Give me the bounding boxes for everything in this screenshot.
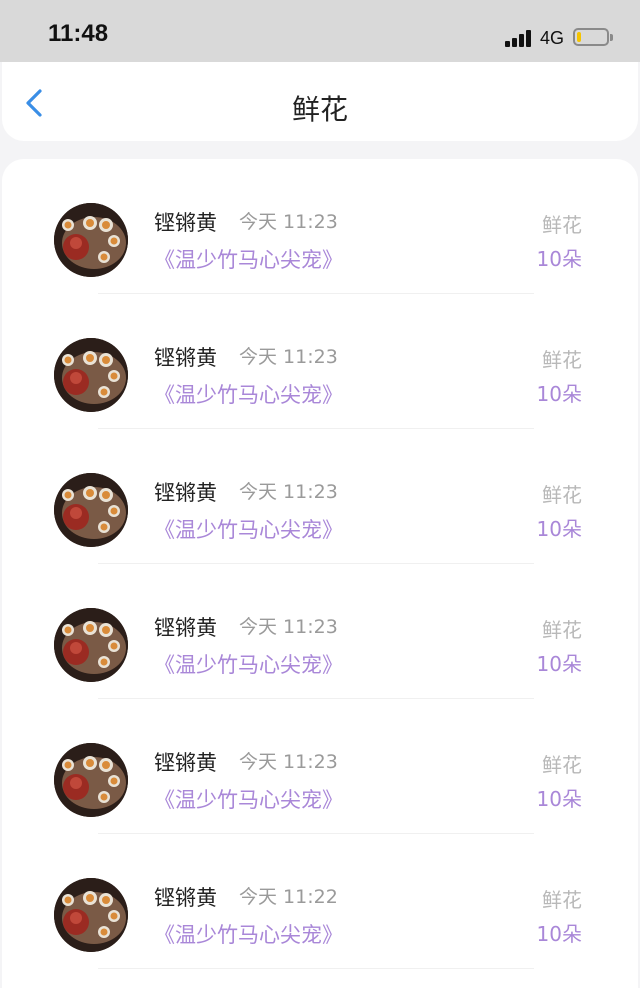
gift-type: 鲜花 — [542, 888, 582, 912]
avatar[interactable] — [54, 878, 128, 952]
send-time: 今天 11:23 — [239, 346, 338, 368]
gift-count: 10朵 — [536, 652, 582, 676]
book-title-link[interactable]: 《温少竹马心尖宠》 — [154, 244, 343, 274]
username: 铿锵黄 — [154, 616, 217, 640]
divider — [98, 968, 534, 969]
gift-count: 10朵 — [536, 922, 582, 946]
gift-type: 鲜花 — [542, 618, 582, 642]
username: 铿锵黄 — [154, 211, 217, 235]
list-item[interactable]: 铿锵黄 今天 11:23 《温少竹马心尖宠》 鲜花 10朵 — [2, 699, 638, 834]
list-item[interactable]: 铿锵黄 今天 11:22 《温少竹马心尖宠》 鲜花 10朵 — [2, 834, 638, 969]
send-time: 今天 11:23 — [239, 616, 338, 638]
username: 铿锵黄 — [154, 751, 217, 775]
username: 铿锵黄 — [154, 481, 217, 505]
gift-type: 鲜花 — [542, 213, 582, 237]
battery-icon — [573, 28, 609, 46]
status-bar: 11:48 4G — [0, 0, 640, 62]
book-title-link[interactable]: 《温少竹马心尖宠》 — [154, 784, 343, 814]
send-time: 今天 11:22 — [239, 886, 338, 908]
gift-record-list: 铿锵黄 今天 11:23 《温少竹马心尖宠》 鲜花 10朵 铿锵黄 今天 11:… — [2, 159, 638, 988]
battery-cap — [610, 34, 613, 41]
book-title-link[interactable]: 《温少竹马心尖宠》 — [154, 379, 343, 409]
book-title-link[interactable]: 《温少竹马心尖宠》 — [154, 919, 343, 949]
nav-bar: 鲜花 — [2, 62, 638, 141]
gift-type: 鲜花 — [542, 483, 582, 507]
avatar[interactable] — [54, 743, 128, 817]
list-item[interactable]: 铿锵黄 今天 11:23 《温少竹马心尖宠》 鲜花 10朵 — [2, 159, 638, 294]
username: 铿锵黄 — [154, 346, 217, 370]
username: 铿锵黄 — [154, 886, 217, 910]
avatar[interactable] — [54, 473, 128, 547]
list-item[interactable]: 铿锵黄 今天 11:23 《温少竹马心尖宠》 鲜花 10朵 — [2, 429, 638, 564]
gift-count: 10朵 — [536, 787, 582, 811]
avatar[interactable] — [54, 203, 128, 277]
status-time: 11:48 — [48, 20, 109, 47]
gift-count: 10朵 — [536, 247, 582, 271]
send-time: 今天 11:23 — [239, 751, 338, 773]
gift-count: 10朵 — [536, 382, 582, 406]
gift-type: 鲜花 — [542, 348, 582, 372]
battery-level — [577, 32, 581, 42]
send-time: 今天 11:23 — [239, 481, 338, 503]
page-title: 鲜花 — [291, 93, 348, 126]
gift-type: 鲜花 — [542, 753, 582, 777]
avatar[interactable] — [54, 608, 128, 682]
network-label: 4G — [540, 28, 565, 48]
avatar[interactable] — [54, 338, 128, 412]
list-item[interactable]: 铿锵黄 今天 11:23 《温少竹马心尖宠》 鲜花 10朵 — [2, 294, 638, 429]
signal-icon — [505, 29, 533, 47]
send-time: 今天 11:23 — [239, 211, 338, 233]
book-title-link[interactable]: 《温少竹马心尖宠》 — [154, 514, 343, 544]
book-title-link[interactable]: 《温少竹马心尖宠》 — [154, 649, 343, 679]
list-item[interactable]: 铿锵黄 今天 11:23 《温少竹马心尖宠》 鲜花 10朵 — [2, 564, 638, 699]
gift-count: 10朵 — [536, 517, 582, 541]
